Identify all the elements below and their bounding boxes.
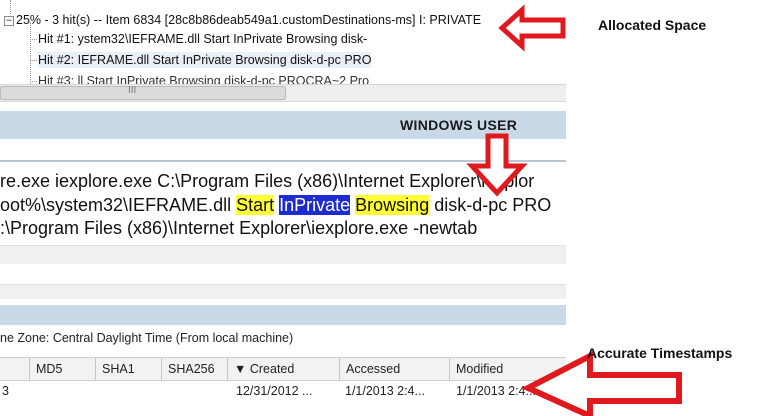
- red-arrow-left-icon: [498, 4, 566, 52]
- callout-allocated-space: Allocated Space: [598, 17, 707, 33]
- callout-accurate-timestamps: Accurate Timestamps: [587, 345, 733, 361]
- red-arrow-left-icon: [521, 351, 682, 416]
- red-arrow-down-icon: [466, 133, 528, 197]
